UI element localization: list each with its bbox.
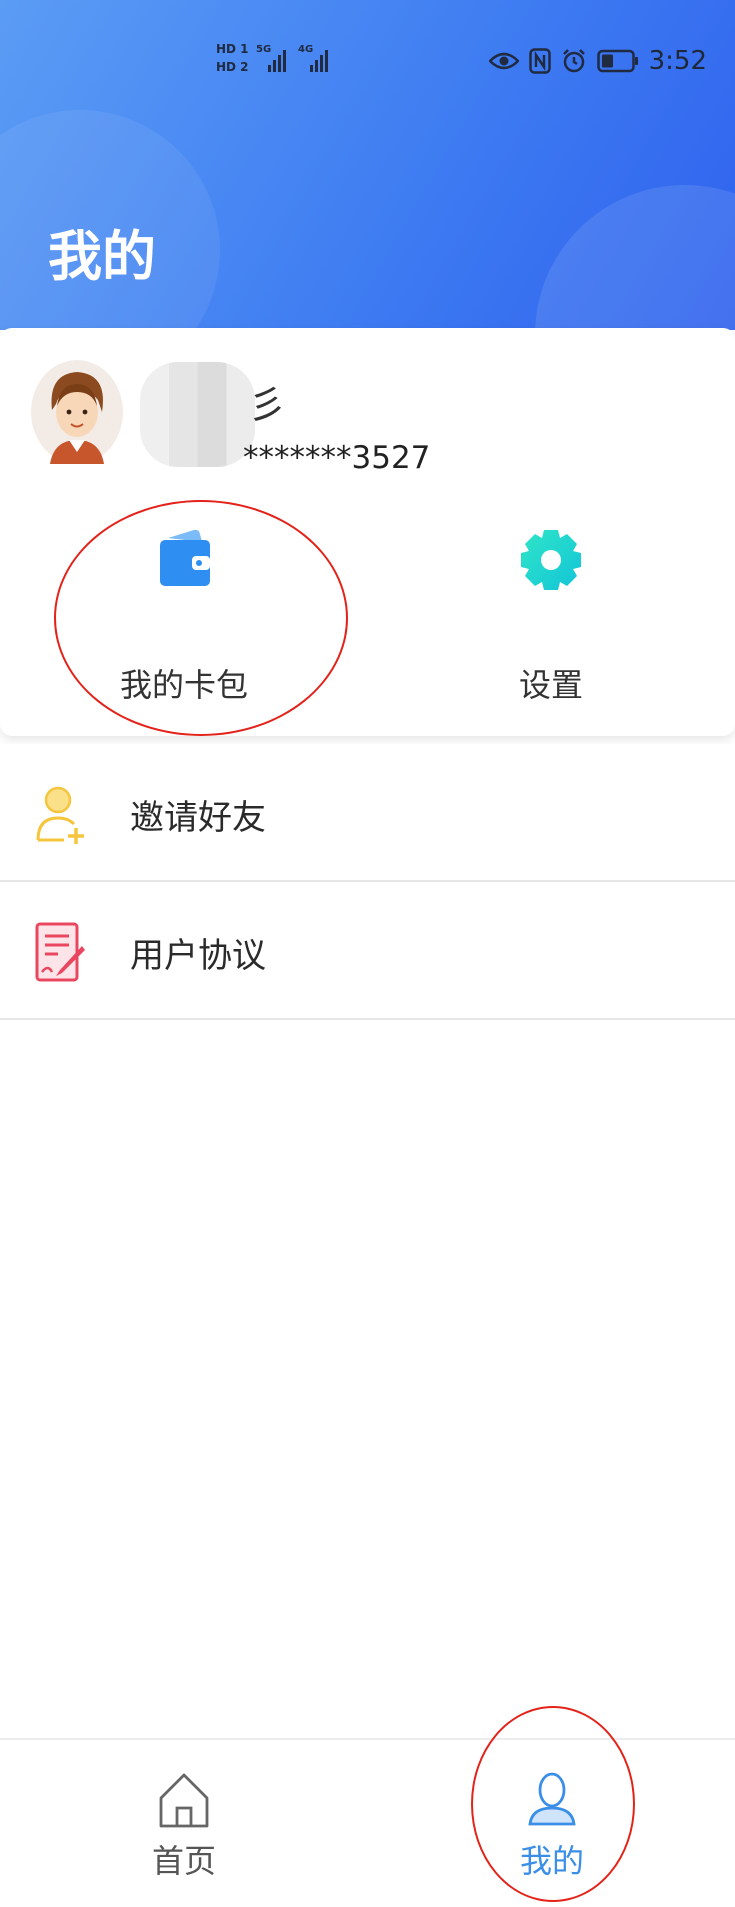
net-5g-label: 5G bbox=[256, 44, 272, 55]
hd-indicator: HD 1 HD 2 bbox=[216, 40, 249, 76]
header-banner: HD 1 HD 2 5G 4G 3:52 我的 bbox=[0, 0, 735, 330]
menu-label: 邀请好友 bbox=[130, 798, 266, 838]
wallet-label: 我的卡包 bbox=[119, 666, 248, 704]
user-name-fragment: 彡 bbox=[248, 383, 287, 427]
gear-icon bbox=[519, 528, 583, 592]
bottom-tab-bar: 首页 我的 bbox=[0, 1738, 735, 1907]
tab-home[interactable]: 首页 bbox=[104, 1740, 264, 1907]
hd2-label: HD 2 bbox=[216, 60, 249, 74]
decor-bubble bbox=[535, 185, 735, 330]
status-right-group: 3:52 bbox=[488, 46, 707, 76]
net-4g-label: 4G bbox=[298, 44, 314, 55]
status-bar: HD 1 HD 2 5G 4G 3:52 bbox=[0, 0, 735, 105]
add-user-icon bbox=[34, 784, 88, 846]
clock: 3:52 bbox=[648, 46, 707, 76]
hd1-label: HD 1 bbox=[216, 42, 249, 56]
alarm-icon bbox=[562, 49, 585, 73]
tab-mine-label: 我的 bbox=[519, 1842, 584, 1880]
home-icon bbox=[156, 1770, 212, 1830]
page-title: 我的 bbox=[48, 225, 156, 288]
user-phone: *******3527 bbox=[243, 440, 431, 476]
menu-label: 用户协议 bbox=[130, 936, 266, 976]
wallet-button[interactable]: 我的卡包 bbox=[104, 528, 264, 706]
settings-button[interactable]: 设置 bbox=[471, 528, 631, 706]
user-name-blurred bbox=[140, 362, 255, 467]
tab-home-label: 首页 bbox=[151, 1842, 216, 1880]
signal-4g-icon: 4G bbox=[298, 44, 328, 74]
agreement-icon bbox=[34, 922, 88, 984]
avatar[interactable] bbox=[30, 360, 125, 470]
battery-icon bbox=[596, 49, 638, 73]
signal-5g-icon: 5G bbox=[256, 44, 286, 74]
menu-item-user-agreement[interactable]: 用户协议 bbox=[0, 882, 735, 1020]
wallet-icon bbox=[152, 528, 216, 592]
tab-mine[interactable]: 我的 bbox=[472, 1740, 632, 1907]
user-icon bbox=[524, 1770, 580, 1830]
settings-label: 设置 bbox=[518, 666, 583, 704]
menu-item-invite-friends[interactable]: 邀请好友 bbox=[0, 744, 735, 882]
nfc-icon bbox=[528, 48, 551, 74]
eye-icon bbox=[488, 52, 519, 70]
